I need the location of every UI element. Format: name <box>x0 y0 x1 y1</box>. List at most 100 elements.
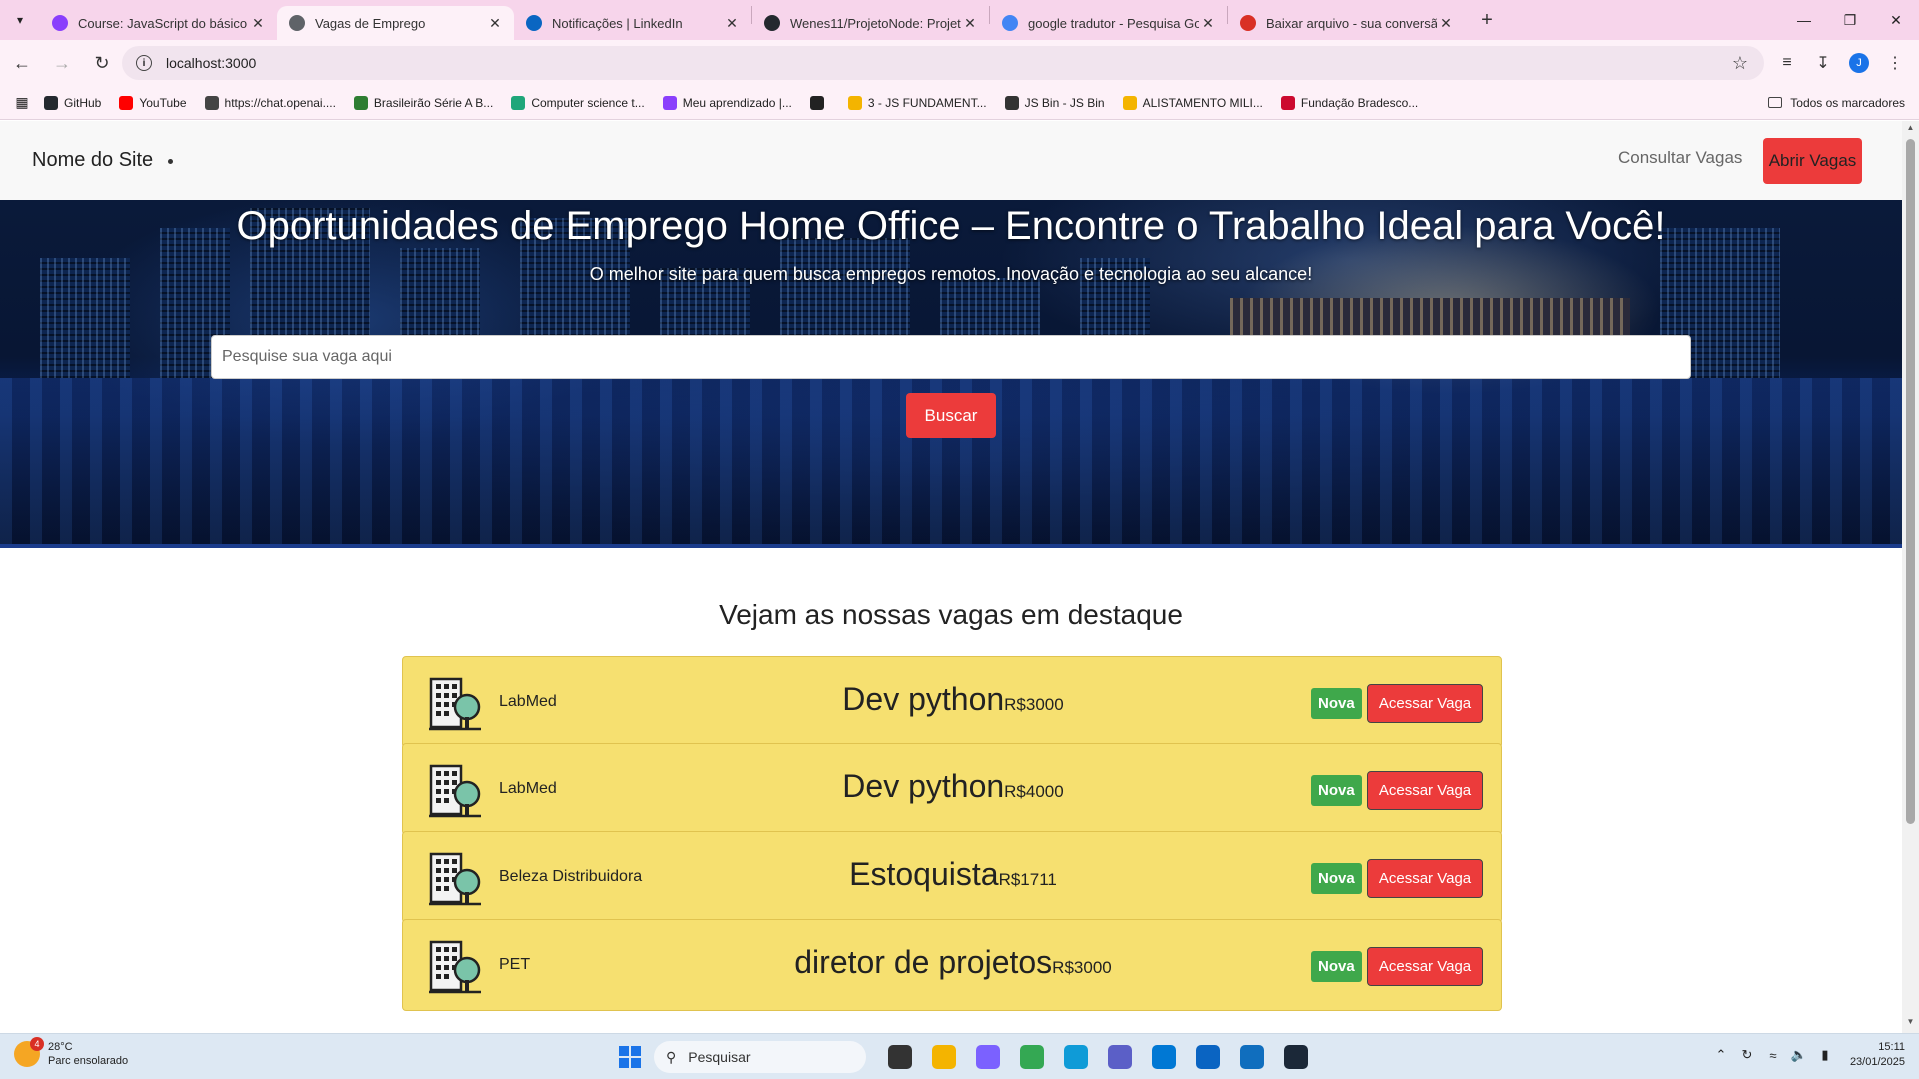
tab-close-icon[interactable]: ✕ <box>1437 15 1455 32</box>
edge-app-icon[interactable] <box>1058 1039 1094 1075</box>
copilot-app-icon[interactable] <box>970 1039 1006 1075</box>
tab-close-icon[interactable]: ✕ <box>723 15 741 32</box>
favicon-icon <box>526 15 542 31</box>
close-window-icon[interactable]: ✕ <box>1873 0 1919 40</box>
bookmark-item[interactable]: GitHub <box>44 95 101 110</box>
outlook-app-icon[interactable] <box>1190 1039 1226 1075</box>
battery-icon[interactable]: ▮ <box>1812 1047 1838 1063</box>
scroll-down-arrow-icon[interactable]: ▼ <box>1902 1017 1919 1031</box>
site-brand[interactable]: Nome do Site <box>32 149 153 172</box>
bookmark-favicon-icon <box>44 95 58 110</box>
vscode-app-icon[interactable] <box>1146 1039 1182 1075</box>
file-explorer-app-icon[interactable] <box>926 1039 962 1075</box>
tab-close-icon[interactable]: ✕ <box>1199 15 1217 32</box>
bookmark-item[interactable]: ALISTAMENTO MILI... <box>1122 95 1263 110</box>
steam-app-icon[interactable] <box>1278 1039 1314 1075</box>
tab-close-icon[interactable]: ✕ <box>486 15 504 32</box>
chrome-app-icon[interactable] <box>1014 1039 1050 1075</box>
new-tab-button[interactable]: + <box>1469 2 1505 38</box>
back-arrow-icon[interactable]: ← <box>4 45 40 81</box>
tab-search-chevron-icon[interactable]: ▾ <box>0 0 40 40</box>
tab-title: Baixar arquivo - sua conversão <box>1266 15 1437 31</box>
more-menu-icon[interactable]: ⋮ <box>1877 53 1913 73</box>
folder-icon <box>1768 97 1783 108</box>
scrollbar-thumb[interactable] <box>1906 139 1915 824</box>
tab[interactable]: Baixar arquivo - sua conversão ✕ <box>1228 6 1465 40</box>
all-bookmarks-button[interactable]: Todos os marcadores <box>1768 96 1905 110</box>
weather-temp: 28°C <box>48 1041 73 1053</box>
tab[interactable]: Wenes11/ProjetoNode: Projeto ✕ <box>752 6 989 40</box>
bookmark-item[interactable]: Computer science t... <box>511 95 645 110</box>
restore-icon[interactable]: ❐ <box>1827 0 1873 40</box>
search-button[interactable]: Buscar <box>906 393 996 438</box>
tab-close-icon[interactable]: ✕ <box>249 15 267 32</box>
teams-app-icon[interactable] <box>1102 1039 1138 1075</box>
browser-tab-strip: ▾ Course: JavaScript do básico ao ✕ Vagas … <box>0 0 1919 40</box>
profile-avatar[interactable]: J <box>1849 53 1869 73</box>
access-job-button[interactable]: Acessar Vaga <box>1367 684 1483 723</box>
tab[interactable]: Notificações | LinkedIn ✕ <box>514 6 751 40</box>
bookmark-item[interactable]: YouTube <box>119 95 187 110</box>
scroll-up-arrow-icon[interactable]: ▲ <box>1902 123 1919 137</box>
new-badge: Nova <box>1311 863 1362 894</box>
tab[interactable]: Course: JavaScript do básico ao ✕ <box>40 6 277 40</box>
wifi-icon[interactable]: ≈ <box>1760 1048 1786 1063</box>
job-salary: R$3000 <box>1004 695 1064 714</box>
bookmark-star-icon[interactable]: ☆ <box>1732 53 1748 74</box>
clock[interactable]: 15:11 23/01/2025 <box>1850 1040 1905 1070</box>
bookmark-item[interactable]: Brasileirão Série A B... <box>353 95 494 110</box>
bookmark-label: Brasileirão Série A B... <box>373 95 494 110</box>
favicon-icon <box>1240 15 1256 31</box>
tab[interactable]: google tradutor - Pesquisa Goo ✕ <box>990 6 1227 40</box>
abrir-vagas-button[interactable]: Abrir Vagas <box>1763 138 1862 184</box>
sync-icon[interactable]: ↻ <box>1734 1047 1760 1063</box>
access-job-button[interactable]: Acessar Vaga <box>1367 859 1483 898</box>
search-icon: ⚲ <box>666 1048 677 1065</box>
forward-arrow-icon[interactable]: → <box>44 45 80 81</box>
reading-list-icon[interactable]: ≡ <box>1769 54 1805 72</box>
company-building-icon <box>427 848 483 908</box>
tab-close-icon[interactable]: ✕ <box>961 15 979 32</box>
bookmark-item[interactable]: 3 - JS FUNDAMENT... <box>847 95 987 110</box>
app-store-app-icon[interactable] <box>1234 1039 1270 1075</box>
weather-widget[interactable]: 4 28°C Parc ensolarado <box>14 1037 129 1068</box>
download-icon[interactable]: ↧ <box>1805 53 1841 73</box>
bookmark-item[interactable]: Fundação Bradesco... <box>1280 95 1419 110</box>
brand-dot <box>168 159 173 164</box>
taskbar-search[interactable]: ⚲ Pesquisar <box>654 1041 866 1073</box>
favicon-icon <box>764 15 780 31</box>
reload-icon[interactable]: ↻ <box>84 45 120 81</box>
featured-heading: Vejam as nossas vagas em destaque <box>719 599 1183 630</box>
bookmark-item[interactable] <box>809 95 830 110</box>
bookmark-label: Meu aprendizado |... <box>682 95 792 110</box>
job-title: Estoquista <box>849 856 999 892</box>
url-text[interactable]: localhost:3000 <box>166 55 256 71</box>
tab-title: Vagas de Emprego <box>315 15 426 31</box>
volume-icon[interactable]: 🔈 <box>1786 1047 1812 1063</box>
address-bar[interactable]: i localhost:3000 ☆ <box>122 46 1764 80</box>
access-job-button[interactable]: Acessar Vaga <box>1367 947 1483 986</box>
chevron-up-icon[interactable]: ⌃ <box>1708 1047 1734 1063</box>
access-job-button[interactable]: Acessar Vaga <box>1367 771 1483 810</box>
apps-grid-icon[interactable]: ▦ <box>0 94 44 111</box>
bookmark-favicon-icon <box>1004 95 1019 110</box>
bookmark-label: JS Bin - JS Bin <box>1024 95 1105 110</box>
bookmark-item[interactable]: JS Bin - JS Bin <box>1004 95 1105 110</box>
consultar-vagas-link[interactable]: Consultar Vagas <box>1618 148 1742 168</box>
bookmark-favicon-icon <box>662 95 677 110</box>
job-search-input[interactable] <box>211 335 1691 379</box>
start-button[interactable] <box>612 1039 648 1075</box>
bookmark-label: Fundação Bradesco... <box>1300 95 1419 110</box>
page-scrollbar[interactable]: ▲ ▼ <box>1902 121 1919 1033</box>
bookmark-item[interactable]: https://chat.openai.... <box>204 95 336 110</box>
company-name: LabMed <box>499 693 557 710</box>
sun-icon: 4 <box>14 1037 44 1067</box>
task-view-app-icon[interactable] <box>882 1039 918 1075</box>
bookmark-item[interactable]: Meu aprendizado |... <box>662 95 792 110</box>
weather-desc: Parc ensolarado <box>48 1055 129 1067</box>
minimize-icon[interactable]: — <box>1781 0 1827 40</box>
tab-active[interactable]: Vagas de Emprego ✕ <box>277 6 514 40</box>
bookmark-favicon-icon <box>847 95 862 110</box>
bookmark-favicon-icon <box>1280 95 1295 110</box>
site-info-icon[interactable]: i <box>136 55 152 71</box>
